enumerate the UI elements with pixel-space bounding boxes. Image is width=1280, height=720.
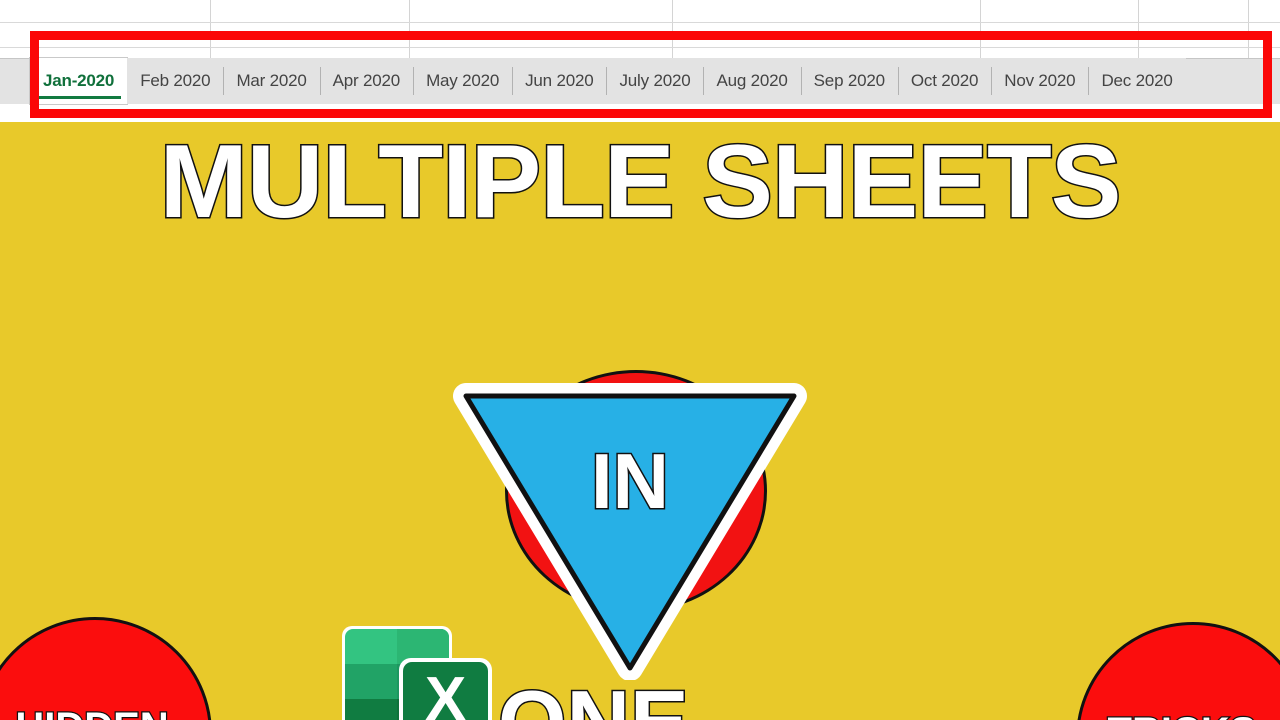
sheet-tab-dec-2020[interactable]: Dec 2020 (1088, 58, 1186, 104)
sheet-tab-nov-2020[interactable]: Nov 2020 (991, 58, 1089, 104)
sheet-tab-label: Jun 2020 (525, 71, 594, 90)
grid-line-vertical (1138, 0, 1139, 58)
sheet-tab-label: July 2020 (619, 71, 691, 90)
down-triangle-icon (452, 380, 808, 680)
headline-title: MULTIPLE SHEETS (158, 124, 1123, 240)
sheet-tab-label: Mar 2020 (236, 71, 307, 90)
excel-logo-icon: X (338, 622, 496, 720)
sheet-tab-label: Dec 2020 (1101, 71, 1173, 90)
sheet-tab-oct-2020[interactable]: Oct 2020 (897, 58, 992, 104)
sheet-tab-feb-2020[interactable]: Feb 2020 (127, 58, 224, 104)
grid-line-vertical (210, 0, 211, 58)
sheet-tab-label: Nov 2020 (1004, 71, 1076, 90)
sheet-tab-sep-2020[interactable]: Sep 2020 (800, 58, 898, 104)
grid-line-vertical (409, 0, 410, 58)
sheet-tab-label: Sep 2020 (813, 71, 885, 90)
sheet-tab-jun-2020[interactable]: Jun 2020 (512, 58, 607, 104)
sheet-tab-label: Apr 2020 (332, 71, 401, 90)
grid-line-horizontal (0, 22, 1280, 23)
sheet-tab-apr-2020[interactable]: Apr 2020 (319, 58, 414, 104)
bottom-one-label: ONE (497, 676, 798, 720)
svg-text:X: X (425, 665, 466, 720)
sheet-tab-may-2020[interactable]: May 2020 (413, 58, 513, 104)
sheet-tabs-row: Jan-2020 Feb 2020 Mar 2020 Apr 2020 May … (30, 58, 1186, 104)
grid-line-vertical (980, 0, 981, 58)
sheet-tab-mar-2020[interactable]: Mar 2020 (223, 58, 320, 104)
sheet-tab-label: Feb 2020 (140, 71, 211, 90)
tricks-badge-circle (1076, 622, 1280, 720)
excel-sheet-tab-strip: Jan-2020 Feb 2020 Mar 2020 Apr 2020 May … (0, 0, 1280, 122)
sheet-tab-label: Aug 2020 (716, 71, 788, 90)
hidden-badge-label: HIDDEN (0, 706, 206, 720)
grid-line-vertical (1248, 0, 1249, 58)
thumbnail-yellow-canvas: MULTIPLE SHEETS IN X (0, 122, 1280, 720)
youtube-thumbnail-screenshot: Jan-2020 Feb 2020 Mar 2020 Apr 2020 May … (0, 0, 1280, 720)
sheet-tab-july-2020[interactable]: July 2020 (606, 58, 704, 104)
sheet-tab-label: May 2020 (426, 71, 500, 90)
tricks-badge-label: TRICKS (1068, 711, 1280, 720)
grid-line-vertical (672, 0, 673, 58)
sheet-tab-label: Oct 2020 (910, 71, 979, 90)
triangle-in-label: IN (590, 437, 671, 525)
sheet-tab-label: Jan-2020 (43, 71, 115, 90)
sheet-tab-aug-2020[interactable]: Aug 2020 (703, 58, 801, 104)
grid-line-horizontal (0, 47, 1280, 48)
sheet-tab-jan-2020[interactable]: Jan-2020 (30, 58, 128, 104)
